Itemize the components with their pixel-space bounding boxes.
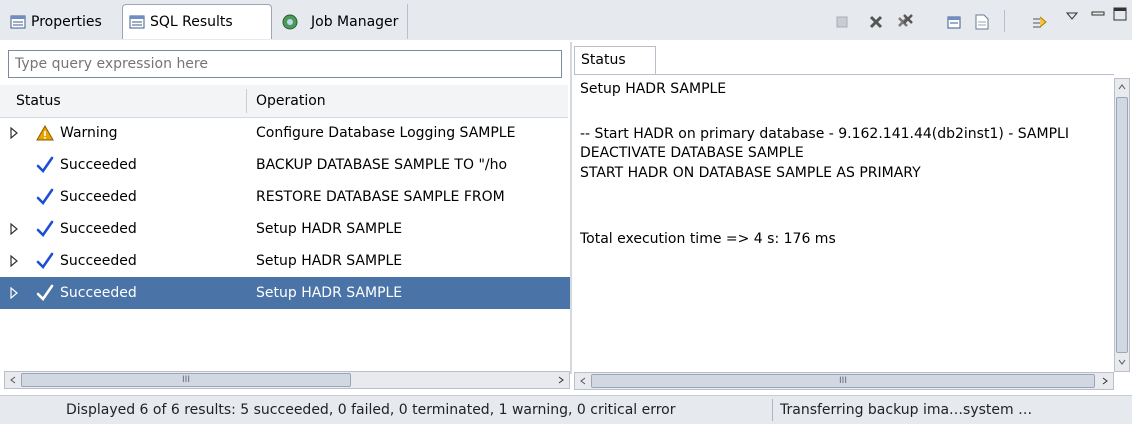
status-cell: Succeeded bbox=[60, 221, 137, 237]
toolbar-separator bbox=[1004, 10, 1005, 32]
tab-sql-results[interactable]: SQL Results bbox=[122, 4, 272, 39]
status-bar: Displayed 6 of 6 results: 5 succeeded, 0… bbox=[0, 395, 1132, 424]
checkmark-icon bbox=[36, 252, 54, 270]
table-row[interactable]: Succeeded Setup HADR SAMPLE bbox=[0, 213, 570, 245]
pin-icon bbox=[1033, 16, 1047, 28]
status-column-header[interactable]: Status bbox=[16, 85, 61, 117]
scrollbar-thumb[interactable] bbox=[1116, 97, 1128, 353]
view-menu-icon bbox=[1066, 12, 1078, 20]
right-horizontal-scrollbar[interactable]: III bbox=[574, 372, 1114, 390]
scrollbar-thumb[interactable]: III bbox=[21, 373, 351, 387]
scroll-left-button[interactable] bbox=[576, 374, 590, 388]
chevron-right-icon bbox=[558, 376, 564, 384]
checkmark-icon bbox=[36, 156, 54, 174]
detail-line: Total execution time => 4 s: 176 ms bbox=[580, 231, 836, 247]
scroll-up-button[interactable] bbox=[1115, 80, 1129, 94]
scroll-right-button[interactable] bbox=[554, 373, 568, 387]
table-row[interactable]: Succeeded RESTORE DATABASE SAMPLE FROM bbox=[0, 181, 570, 213]
status-cell: Succeeded bbox=[60, 285, 137, 301]
open-document-button[interactable] bbox=[972, 12, 992, 32]
warning-icon bbox=[36, 124, 54, 141]
pin-view-button[interactable] bbox=[1030, 12, 1050, 32]
status-cell: Succeeded bbox=[60, 189, 137, 205]
detail-line: Setup HADR SAMPLE bbox=[580, 81, 727, 97]
status-separator bbox=[772, 399, 773, 421]
remove-all-results-button[interactable] bbox=[896, 12, 916, 32]
chevron-down-icon bbox=[1118, 359, 1126, 365]
detail-line: DEACTIVATE DATABASE SAMPLE bbox=[580, 145, 804, 161]
status-cell: Warning bbox=[60, 125, 118, 141]
scroll-left-button[interactable] bbox=[6, 373, 20, 387]
table-row[interactable]: Succeeded Setup HADR SAMPLE bbox=[0, 245, 570, 277]
stop-icon bbox=[836, 16, 848, 28]
export-icon bbox=[947, 16, 961, 29]
remove-result-button[interactable] bbox=[866, 12, 886, 32]
expand-arrow-icon[interactable] bbox=[9, 287, 19, 299]
chevron-left-icon bbox=[580, 377, 586, 385]
remove-all-icon bbox=[898, 14, 913, 27]
sql-results-icon bbox=[129, 15, 145, 29]
tab-label: SQL Results bbox=[150, 14, 233, 30]
chevron-left-icon bbox=[10, 376, 16, 384]
chevron-right-icon bbox=[1102, 377, 1108, 385]
operation-cell: Setup HADR SAMPLE bbox=[256, 221, 403, 237]
operation-cell: Configure Database Logging SAMPLE bbox=[256, 125, 516, 141]
maximize-icon bbox=[1113, 7, 1127, 21]
scrollbar-grip: III bbox=[839, 376, 847, 386]
left-horizontal-scrollbar[interactable]: III bbox=[4, 371, 570, 389]
expand-arrow-icon[interactable] bbox=[9, 223, 19, 235]
document-icon bbox=[975, 14, 989, 30]
expand-arrow-icon[interactable] bbox=[9, 255, 19, 267]
detail-line: -- Start HADR on primary database - 9.16… bbox=[580, 126, 1069, 142]
tab-properties[interactable]: Properties bbox=[0, 4, 122, 39]
tab-job-manager[interactable]: Job Manager bbox=[280, 4, 408, 39]
scroll-right-button[interactable] bbox=[1098, 374, 1112, 388]
status-cell: Succeeded bbox=[60, 253, 137, 269]
status-detail-text[interactable]: Setup HADR SAMPLE -- Start HADR on prima… bbox=[574, 74, 1114, 371]
properties-icon bbox=[10, 15, 26, 28]
table-row[interactable]: Succeeded Setup HADR SAMPLE bbox=[0, 277, 570, 309]
minimize-icon bbox=[1091, 11, 1105, 16]
minimize-button[interactable] bbox=[1088, 4, 1108, 24]
operation-cell: BACKUP DATABASE SAMPLE TO "/ho bbox=[256, 157, 508, 173]
scrollbar-grip: III bbox=[182, 375, 190, 385]
operation-cell: Setup HADR SAMPLE bbox=[256, 285, 403, 301]
pane-splitter[interactable] bbox=[570, 42, 572, 374]
right-vertical-scrollbar[interactable] bbox=[1114, 78, 1130, 372]
expand-arrow-icon[interactable] bbox=[9, 127, 19, 139]
progress-message: Transferring backup ima…system … bbox=[780, 402, 1033, 418]
tab-label: Properties bbox=[31, 13, 102, 30]
stop-button[interactable] bbox=[832, 12, 852, 32]
tab-label: Job Manager bbox=[311, 13, 399, 30]
table-header: Status Operation bbox=[0, 85, 568, 118]
checkmark-icon bbox=[36, 188, 54, 206]
operation-column-header[interactable]: Operation bbox=[256, 85, 326, 117]
operation-cell: Setup HADR SAMPLE bbox=[256, 253, 403, 269]
column-separator[interactable] bbox=[246, 89, 247, 113]
status-cell: Succeeded bbox=[60, 157, 137, 173]
results-summary: Displayed 6 of 6 results: 5 succeeded, 0… bbox=[66, 402, 676, 418]
scroll-down-button[interactable] bbox=[1115, 355, 1129, 369]
view-menu-button[interactable] bbox=[1062, 6, 1082, 26]
table-row[interactable]: Succeeded BACKUP DATABASE SAMPLE TO "/ho bbox=[0, 149, 570, 181]
table-row[interactable]: Warning Configure Database Logging SAMPLE bbox=[0, 117, 570, 149]
operation-cell: RESTORE DATABASE SAMPLE FROM bbox=[256, 189, 505, 205]
job-manager-icon bbox=[282, 14, 298, 29]
export-button[interactable] bbox=[944, 12, 964, 32]
maximize-button[interactable] bbox=[1110, 4, 1130, 24]
detail-line: START HADR ON DATABASE SAMPLE AS PRIMARY bbox=[580, 165, 921, 181]
chevron-up-icon bbox=[1118, 84, 1126, 90]
checkmark-icon bbox=[36, 220, 54, 238]
view-tab-bar: Properties SQL Results Job Manager bbox=[0, 0, 1132, 40]
scrollbar-thumb[interactable]: III bbox=[591, 374, 1095, 388]
remove-icon bbox=[869, 15, 883, 29]
checkmark-icon bbox=[36, 284, 54, 302]
search-input[interactable] bbox=[8, 50, 562, 78]
tab-status[interactable]: Status bbox=[574, 46, 656, 74]
